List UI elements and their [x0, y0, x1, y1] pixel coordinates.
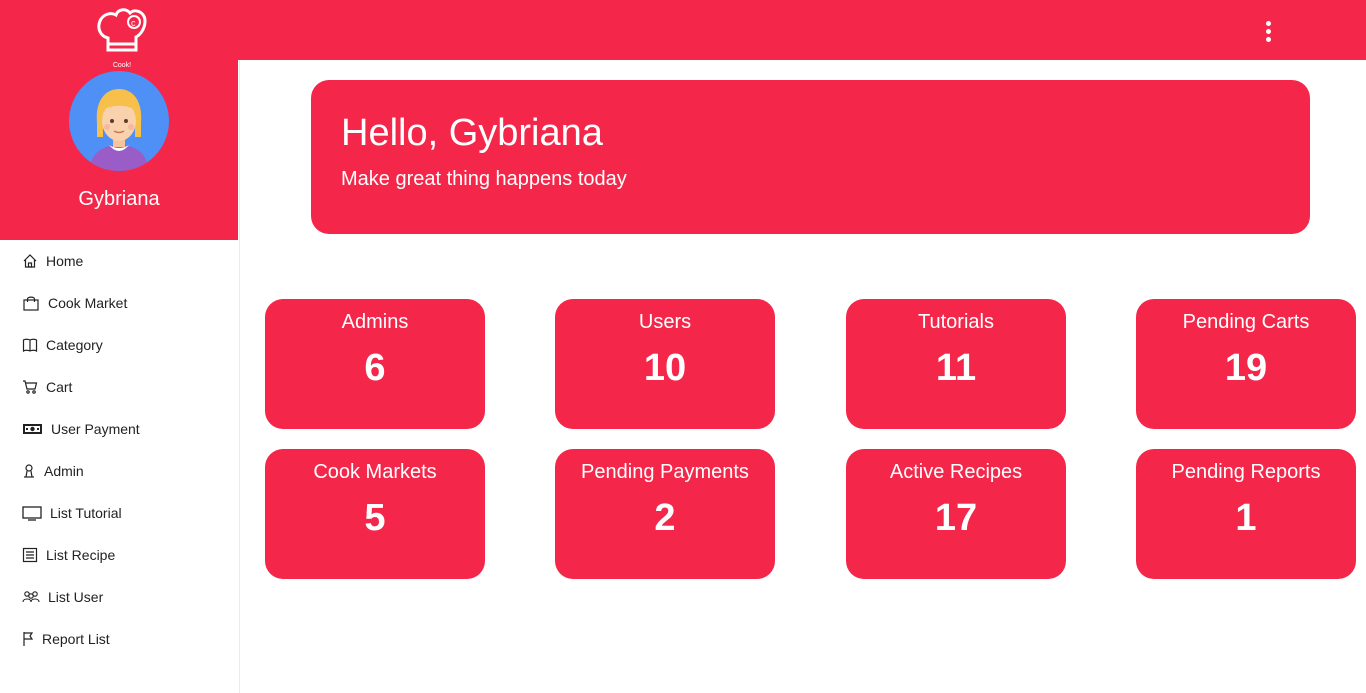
stat-label: Active Recipes	[889, 461, 1023, 483]
stat-card-pending-reports[interactable]: Pending Reports 1	[1136, 449, 1356, 579]
sidebar-item-label: List Tutorial	[50, 505, 122, 521]
monitor-icon	[22, 506, 42, 521]
sidebar-item-list-user[interactable]: List User	[22, 584, 103, 610]
stat-label: Pending Carts	[1182, 311, 1310, 333]
person-icon	[24, 464, 34, 478]
shopping-bag-icon	[23, 296, 39, 311]
stat-card-active-recipes[interactable]: Active Recipes 17	[846, 449, 1066, 579]
stat-label: Admins	[341, 311, 409, 333]
book-icon	[22, 338, 38, 353]
stat-label: Users	[638, 311, 692, 333]
sidebar-item-label: Report List	[42, 631, 110, 647]
more-vert-icon[interactable]	[1258, 18, 1278, 44]
sidebar-item-home[interactable]: Home	[22, 248, 83, 274]
stat-value: 5	[364, 497, 386, 539]
stat-value: 11	[935, 347, 977, 389]
stat-card-pending-carts[interactable]: Pending Carts 19	[1136, 299, 1356, 429]
chef-hat-logo: c Cook!	[94, 4, 150, 69]
greeting-subtitle: Make great thing happens today	[341, 168, 627, 190]
stat-value: 1	[1235, 497, 1257, 539]
stat-value: 10	[643, 347, 687, 389]
sidebar-item-label: User Payment	[51, 421, 140, 437]
stat-value: 2	[654, 497, 676, 539]
cart-icon	[23, 380, 38, 394]
sidebar-item-label: Cart	[46, 379, 73, 395]
stat-card-pending-payments[interactable]: Pending Payments 2	[555, 449, 775, 579]
user-avatar[interactable]	[69, 71, 169, 171]
stat-card-cook-markets[interactable]: Cook Markets 5	[265, 449, 485, 579]
sidebar-item-list-tutorial[interactable]: List Tutorial	[22, 500, 122, 526]
sidebar-item-admin[interactable]: Admin	[22, 458, 84, 484]
cash-icon	[23, 424, 42, 434]
greeting-banner: Hello, Gybriana Make great thing happens…	[311, 80, 1310, 234]
stat-value: 19	[1224, 347, 1268, 389]
logo-text: Cook!	[112, 62, 132, 69]
sidebar-item-cart[interactable]: Cart	[22, 374, 72, 400]
sidebar-item-category[interactable]: Category	[22, 332, 103, 358]
stat-label: Tutorials	[918, 311, 994, 333]
list-icon	[22, 547, 38, 563]
flag-icon	[23, 632, 34, 646]
sidebar-profile: c Cook! Gybriana	[0, 0, 238, 240]
sidebar-divider	[239, 60, 240, 693]
sidebar-item-list-recipe[interactable]: List Recipe	[22, 542, 115, 568]
sidebar-item-label: Cook Market	[48, 295, 128, 311]
sidebar-item-label: Home	[46, 253, 84, 269]
sidebar-item-label: Admin	[44, 463, 84, 479]
stat-value: 17	[934, 497, 978, 539]
username: Gybriana	[78, 188, 160, 210]
greeting-title: Hello, Gybriana	[341, 112, 603, 154]
sidebar-item-report-list[interactable]: Report List	[22, 626, 110, 652]
stat-card-users[interactable]: Users 10	[555, 299, 775, 429]
sidebar-item-cook-market[interactable]: Cook Market	[22, 290, 127, 316]
people-icon	[22, 591, 40, 603]
stat-label: Cook Markets	[313, 461, 437, 483]
stat-card-tutorials[interactable]: Tutorials 11	[846, 299, 1066, 429]
stat-label: Pending Payments	[581, 461, 749, 483]
stat-label: Pending Reports	[1171, 461, 1321, 483]
sidebar-item-user-payment[interactable]: User Payment	[22, 416, 140, 442]
sidebar-item-label: List User	[48, 589, 104, 605]
sidebar-item-label: List Recipe	[46, 547, 116, 563]
stat-value: 6	[364, 347, 386, 389]
svg-text:c: c	[131, 18, 136, 28]
sidebar-item-label: Category	[46, 337, 103, 353]
stat-card-admins[interactable]: Admins 6	[265, 299, 485, 429]
home-icon	[23, 254, 37, 268]
